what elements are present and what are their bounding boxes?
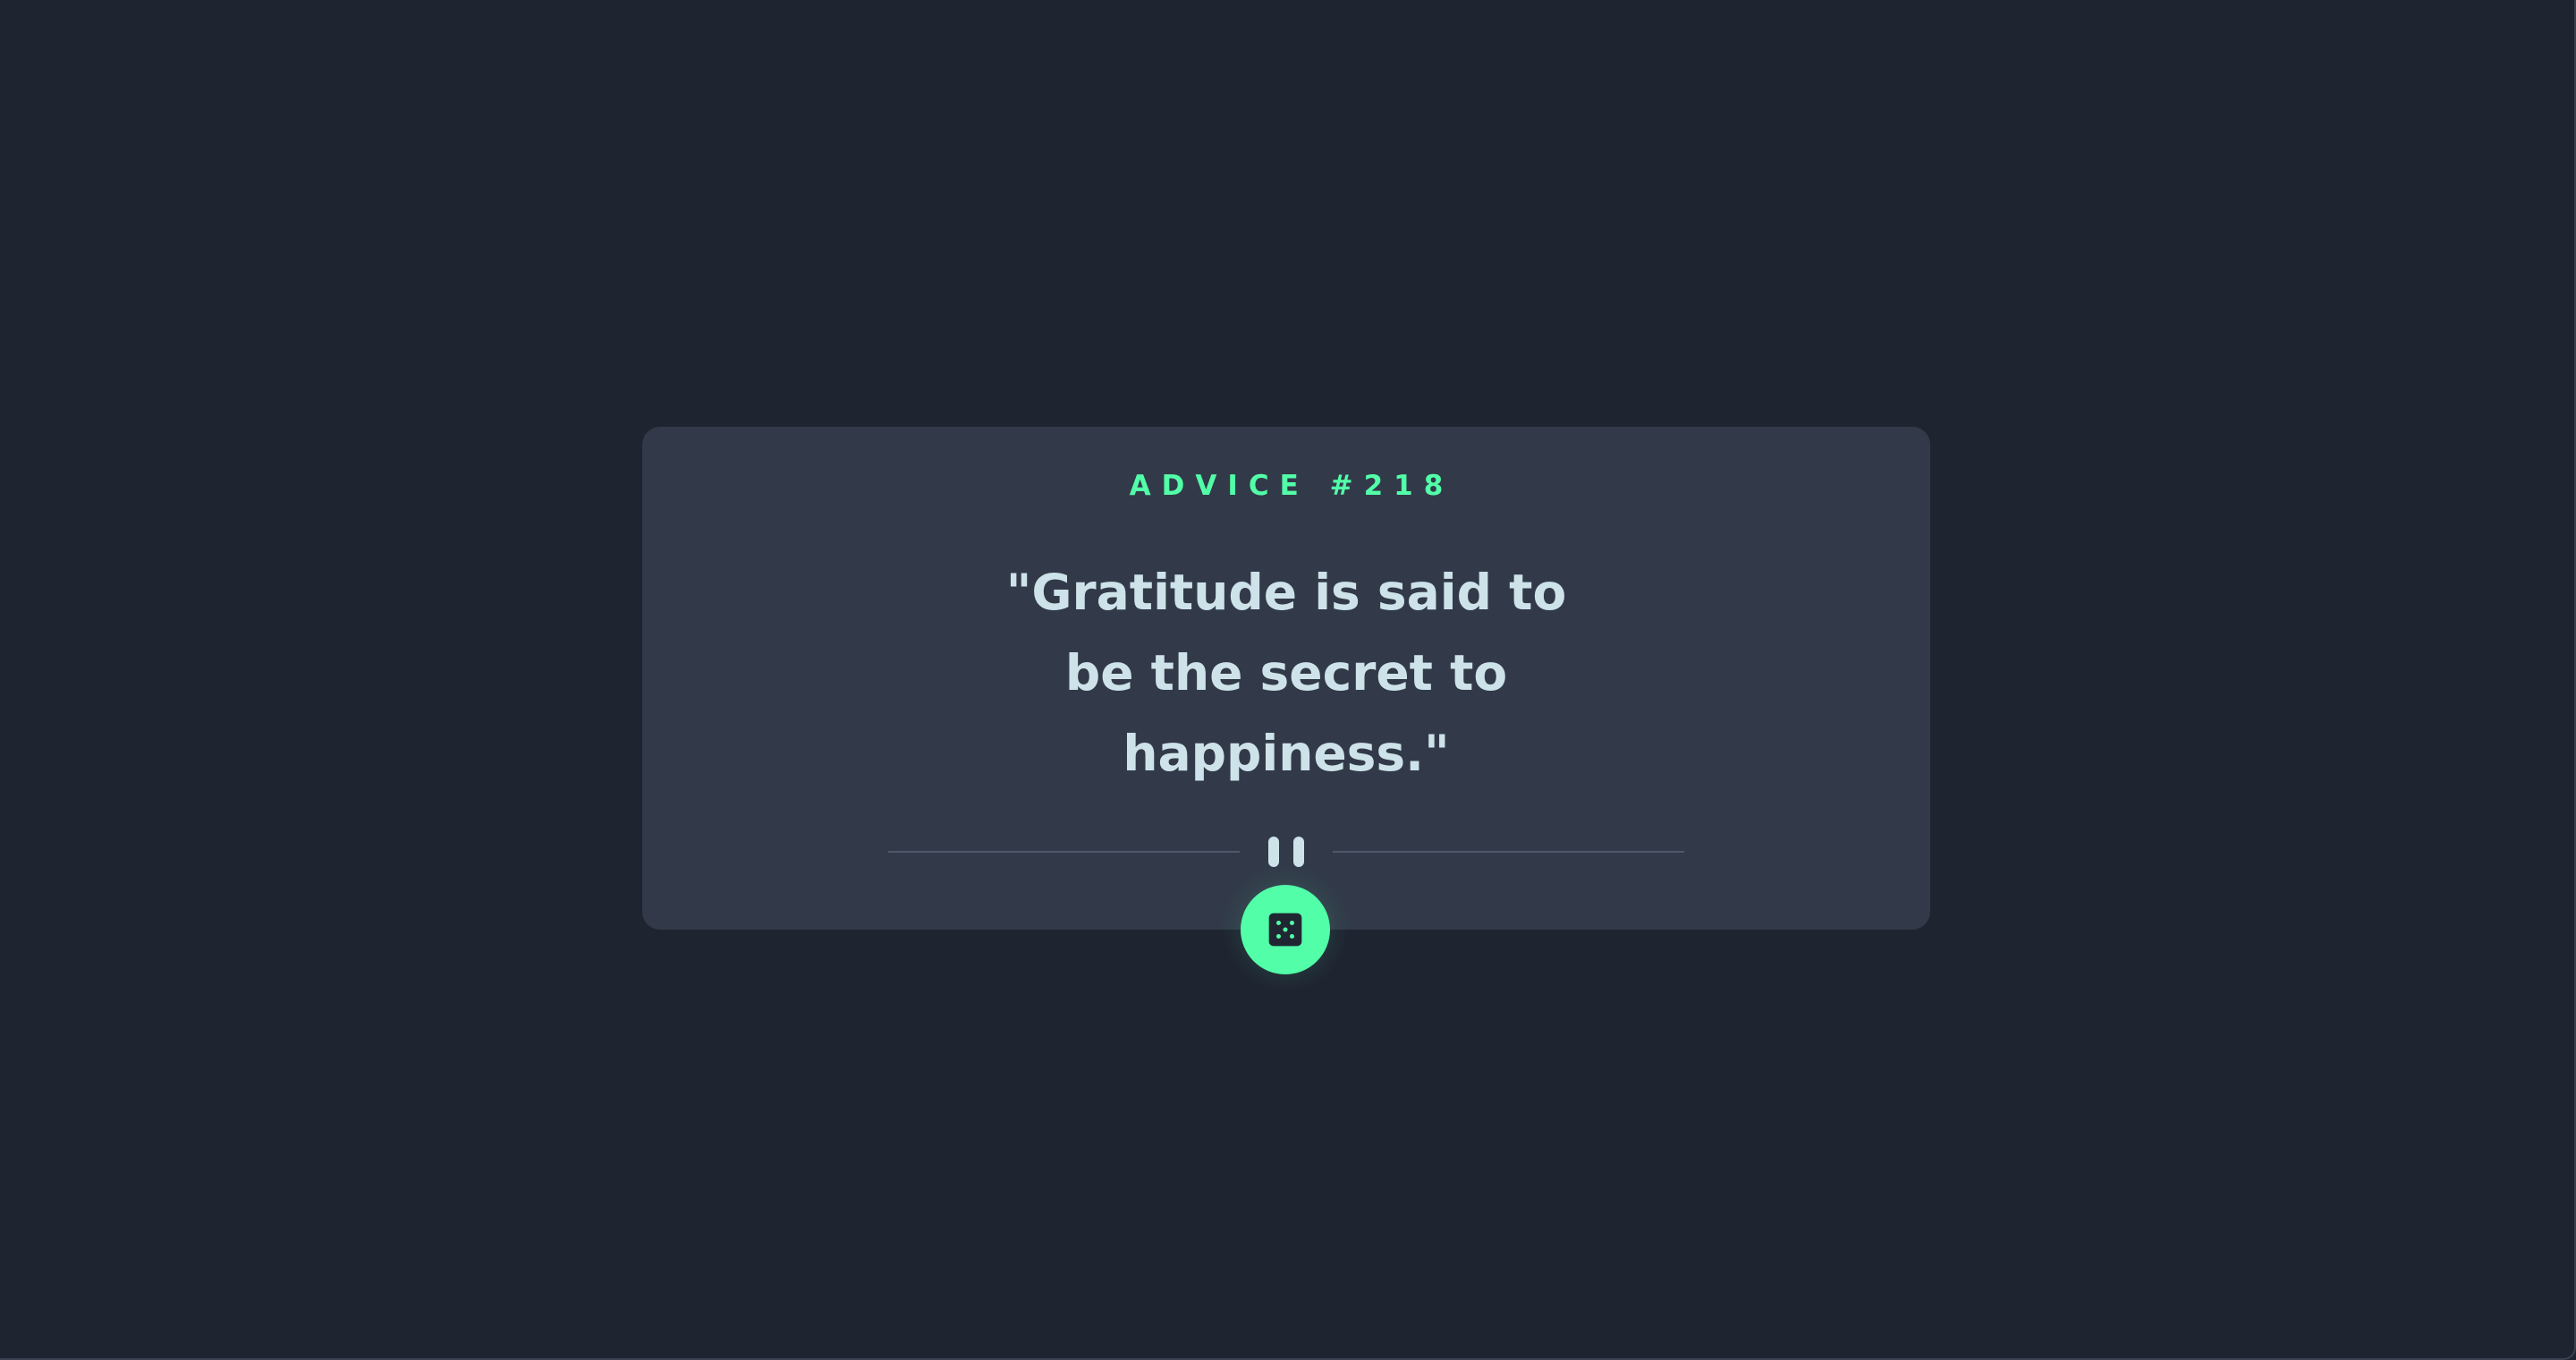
advice-card: ADVICE #218 "Gratitude is said to be the… — [642, 427, 1930, 930]
new-advice-button[interactable] — [1241, 885, 1330, 974]
pause-bar-right — [1293, 837, 1304, 867]
pause-bar-left — [1268, 837, 1279, 867]
pattern-divider — [888, 837, 1684, 867]
divider-line-left — [888, 851, 1240, 853]
dice-icon — [1268, 913, 1302, 947]
pause-icon — [1267, 837, 1306, 867]
advice-id-label: ADVICE #218 — [1129, 470, 1454, 502]
divider-line-right — [1333, 851, 1684, 853]
advice-quote: "Gratitude is said to be the secret to h… — [1005, 564, 1567, 782]
